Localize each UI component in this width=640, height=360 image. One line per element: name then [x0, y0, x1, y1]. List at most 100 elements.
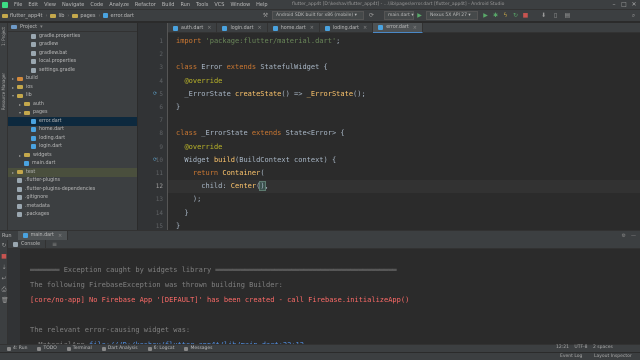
tree-item[interactable]: ▸ auth — [8, 100, 137, 109]
tree-item[interactable]: ▸ test — [8, 168, 137, 177]
tree-item[interactable]: .flutter-plugins-dependencies — [8, 185, 137, 194]
stop-icon[interactable]: ■ — [1, 254, 7, 260]
menu-item[interactable]: View — [41, 2, 59, 8]
menu-item[interactable]: Edit — [25, 2, 41, 8]
tree-item[interactable]: error.dart — [8, 117, 137, 126]
override-marker-icon[interactable]: ⟳ — [153, 157, 157, 163]
code-line[interactable]: return Container( — [176, 169, 265, 177]
tree-item[interactable]: .metadata — [8, 202, 137, 211]
chevron-right-icon[interactable]: ▸ — [19, 153, 23, 158]
code-line[interactable]: class Error extends StatefulWidget { — [176, 63, 328, 71]
run-icon[interactable]: ▶ — [416, 12, 423, 19]
chevron-right-icon[interactable]: ▸ — [12, 85, 16, 90]
align-icon[interactable]: ≡ — [52, 241, 57, 248]
code-line[interactable]: child: Center(), — [176, 181, 269, 192]
hot-restart-icon[interactable]: ↻ — [512, 12, 519, 19]
bottom-tool-tab[interactable]: Messages — [179, 346, 217, 351]
file-encoding[interactable]: UTF-8 — [574, 345, 587, 350]
tree-item[interactable]: loding.dart — [8, 134, 137, 143]
chevron-right-icon[interactable]: ▸ — [12, 170, 16, 175]
code-line[interactable]: import 'package:flutter/material.dart'; — [176, 37, 340, 45]
breadcrumb-pages[interactable]: pages — [70, 13, 97, 19]
close-window-button[interactable]: ✕ — [630, 1, 638, 9]
bottom-tool-tab[interactable]: Dart Analysis — [97, 346, 143, 351]
debug-icon[interactable]: ✱ — [492, 12, 499, 19]
menu-item[interactable]: Refactor — [132, 2, 159, 8]
scroll-to-end-icon[interactable]: ⇣ — [1, 265, 7, 271]
code-line[interactable]: } — [176, 209, 188, 217]
run-config-selector[interactable]: main.dart ▾ — [384, 11, 414, 20]
hammer-icon[interactable]: ⚒ — [262, 12, 269, 19]
chevron-right-icon[interactable]: ▸ — [19, 102, 23, 107]
tree-item[interactable]: home.dart — [8, 126, 137, 135]
event-log-button[interactable]: Event Log — [560, 354, 582, 359]
tree-item[interactable]: local.properties — [8, 58, 137, 67]
console-output[interactable]: ═══════ Exception caught by widgets libr… — [20, 249, 640, 344]
code-line[interactable]: class _ErrorState extends State<Error> { — [176, 129, 345, 137]
avd-selector[interactable]: Nexus 5X API 27 ▾ — [426, 11, 478, 20]
close-icon[interactable]: × — [58, 233, 62, 239]
code-line[interactable]: @override — [176, 77, 222, 85]
bottom-tool-tab[interactable]: TODO — [32, 346, 61, 351]
tree-item[interactable]: ▾ pages — [8, 109, 137, 118]
tree-item[interactable]: ▸ build — [8, 75, 137, 84]
editor-tab[interactable]: error.dart × — [373, 23, 423, 33]
menu-item[interactable]: Build — [159, 2, 178, 8]
layout-inspector-button[interactable]: Layout Inspector — [594, 354, 632, 359]
caret-position[interactable]: 12:21 — [556, 345, 569, 350]
code-line[interactable]: ); — [176, 195, 201, 203]
tree-item[interactable]: ▸ ios — [8, 83, 137, 92]
gear-icon[interactable]: ⚙ — [622, 233, 626, 239]
tree-item[interactable]: gradlew — [8, 41, 137, 50]
close-icon[interactable]: × — [413, 25, 417, 31]
chevron-down-icon[interactable]: ▾ — [19, 110, 23, 115]
structure-icon[interactable]: ▤ — [564, 12, 571, 19]
menu-item[interactable]: Analyze — [106, 2, 132, 8]
tree-item[interactable]: login.dart — [8, 143, 137, 152]
editor-tab[interactable]: loding.dart × — [320, 23, 374, 33]
tree-item[interactable]: gradle.properties — [8, 32, 137, 41]
minimize-button[interactable]: – — [610, 1, 618, 9]
tree-item[interactable]: .flutter-plugins — [8, 177, 137, 186]
bottom-tool-tab[interactable]: 4: Run — [2, 346, 32, 351]
close-icon[interactable]: × — [363, 25, 367, 31]
hot-reload-icon[interactable]: ϟ — [502, 12, 509, 19]
maximize-button[interactable]: □ — [620, 1, 628, 9]
tree-item[interactable]: main.dart — [8, 160, 137, 169]
sync-icon[interactable]: ⟳ — [368, 12, 375, 19]
close-icon[interactable]: × — [310, 25, 314, 31]
project-tool-tab[interactable]: 1: Project — [1, 27, 6, 46]
soft-wrap-icon[interactable]: ↵ — [1, 276, 7, 282]
run-icon-2[interactable]: ▶ — [482, 12, 489, 19]
breadcrumb-file[interactable]: error.dart — [101, 13, 136, 19]
tree-item[interactable]: .gitignore — [8, 194, 137, 203]
menu-item[interactable]: Help — [253, 2, 270, 8]
bottom-tool-tab[interactable]: 6: Logcat — [143, 346, 180, 351]
bottom-tool-tab[interactable]: Terminal — [62, 346, 97, 351]
code-line[interactable]: @override — [176, 143, 222, 151]
menu-item[interactable]: Window — [227, 2, 253, 8]
indent-setting[interactable]: 2 spaces — [593, 345, 613, 350]
tree-item[interactable]: gradlew.bat — [8, 49, 137, 58]
print-icon[interactable]: ⎙ — [1, 287, 7, 293]
chevron-right-icon[interactable]: ▸ — [12, 76, 16, 81]
search-icon[interactable]: ⌕ — [630, 12, 637, 19]
stop-icon[interactable]: ■ — [522, 12, 529, 19]
rerun-icon[interactable]: ↻ — [1, 243, 7, 249]
menu-item[interactable]: Run — [177, 2, 193, 8]
menu-item[interactable]: VCS — [211, 2, 227, 8]
menu-item[interactable]: Code — [87, 2, 106, 8]
menu-item[interactable]: Tools — [193, 2, 211, 8]
editor-tab[interactable]: home.dart × — [268, 23, 320, 33]
editor-tab[interactable]: auth.dart × — [168, 23, 218, 33]
close-icon[interactable]: × — [258, 25, 262, 31]
code-line[interactable]: Widget build(BuildContext context) { — [176, 156, 336, 164]
device-selector[interactable]: Android SDK built for x86 (mobile) ▾ — [272, 11, 364, 20]
tree-item[interactable]: ▾ lib — [8, 92, 137, 101]
menu-item[interactable]: File — [11, 2, 25, 8]
breadcrumb-lib[interactable]: lib — [48, 13, 66, 19]
avd-manager-icon[interactable]: ▯ — [552, 12, 559, 19]
override-marker-icon[interactable]: ⟳ — [153, 91, 157, 97]
console-tab[interactable]: Console — [8, 239, 47, 249]
code-line[interactable]: } — [176, 222, 180, 230]
